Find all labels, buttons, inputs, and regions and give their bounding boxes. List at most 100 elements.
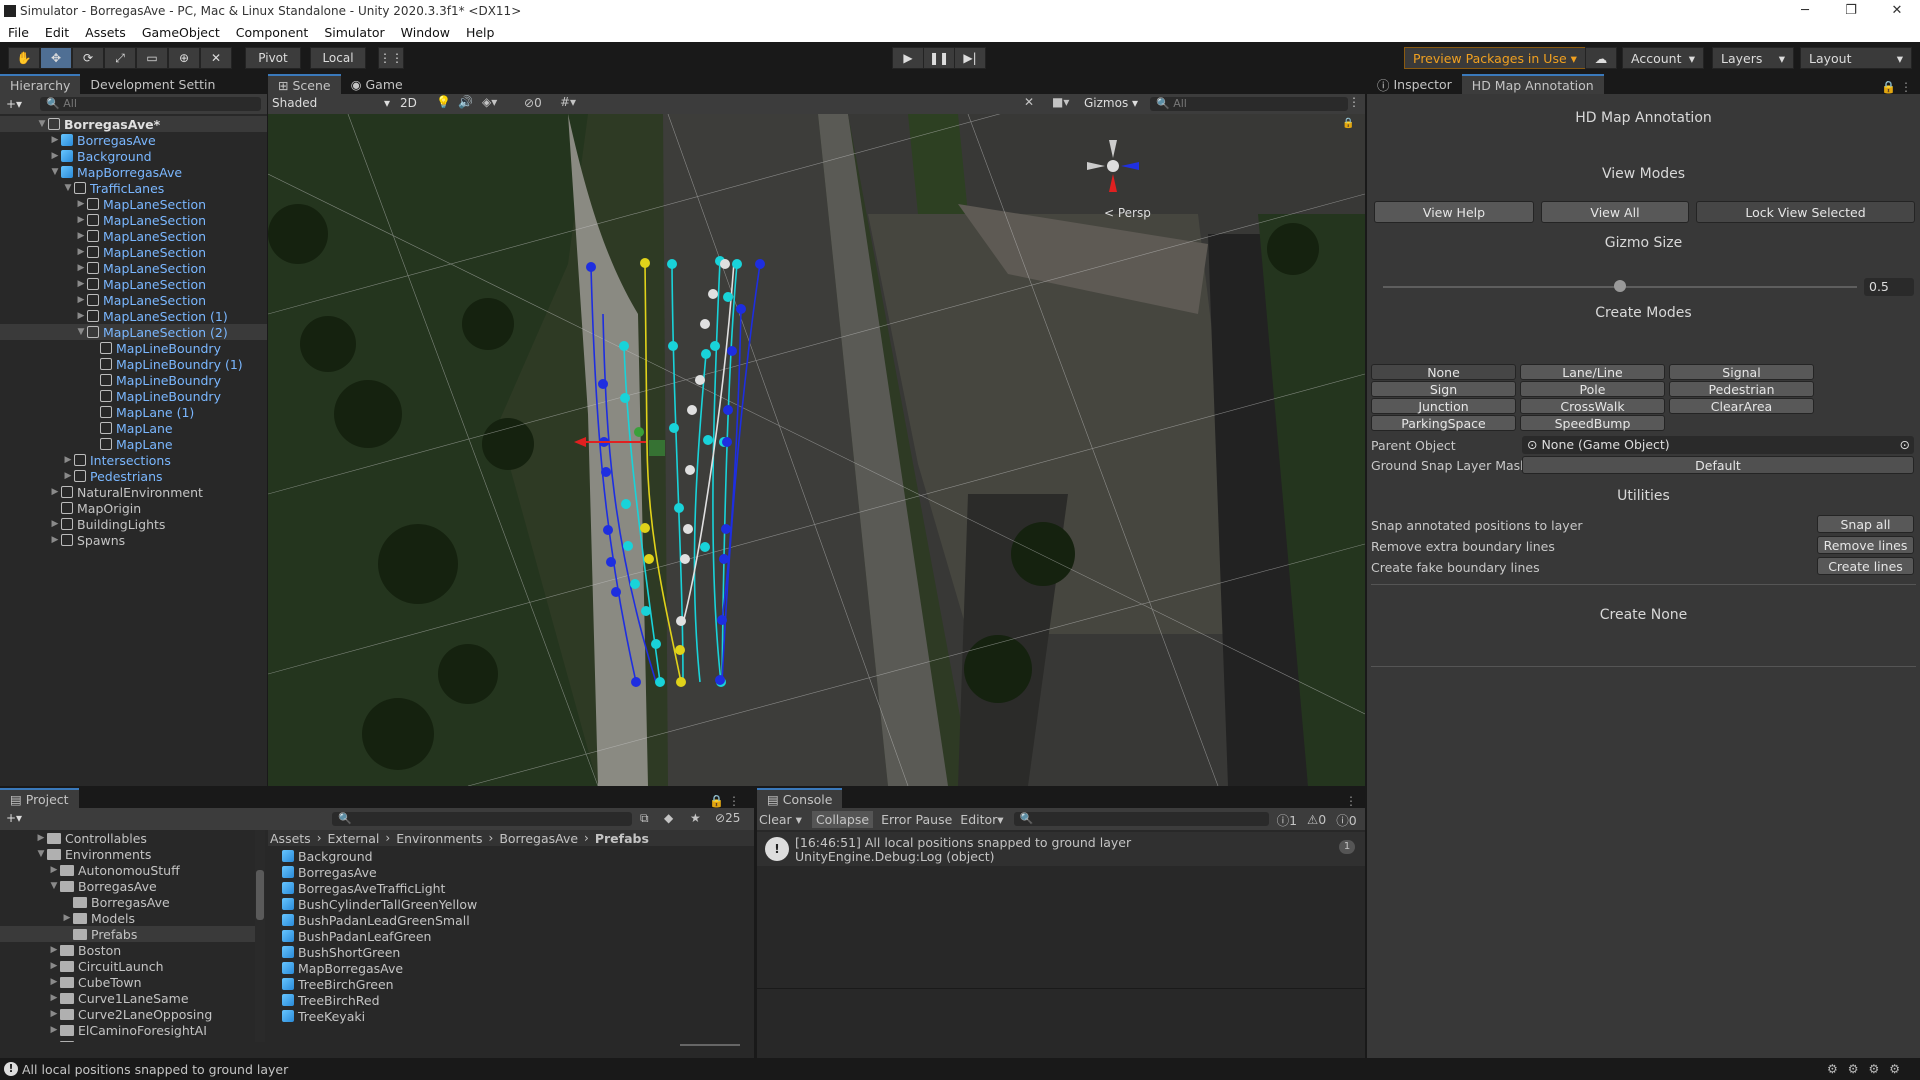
hierarchy-row[interactable]: MapLineBoundry (0, 372, 267, 388)
asset-item[interactable]: TreeBirchRed (282, 992, 752, 1008)
toggle-2d[interactable]: 2D (400, 96, 417, 110)
expand-arrow-icon[interactable]: ▼ (49, 167, 61, 177)
expand-arrow-icon[interactable]: ▶ (49, 135, 61, 145)
asset-item[interactable]: BorregasAve (282, 864, 752, 880)
asset-item[interactable]: TreeBirchGreen (282, 976, 752, 992)
hierarchy-row[interactable]: ▼ MapLaneSection (2) (0, 324, 267, 340)
warning-count-toggle[interactable]: ⚠0 (1307, 812, 1326, 827)
shading-dropdown[interactable]: Shaded ▾ (272, 96, 390, 110)
move-tool-icon[interactable]: ✥ (40, 47, 72, 69)
play-button[interactable]: ▶ (892, 47, 924, 69)
gizmo-size-field[interactable]: 0.5 (1864, 278, 1914, 296)
tab-scene[interactable]: ⊞ Scene (268, 74, 341, 94)
breadcrumb-item[interactable]: Prefabs (595, 831, 649, 846)
scale-tool-icon[interactable]: ⤢ (104, 47, 136, 69)
preview-packages-dropdown[interactable]: Preview Packages in Use ▾ (1404, 47, 1586, 69)
pause-button[interactable]: ❚❚ (923, 47, 955, 69)
hierarchy-row[interactable]: MapLane (0, 420, 267, 436)
create-mode-parkingspace-button[interactable]: ParkingSpace (1371, 415, 1516, 431)
icon-size-slider[interactable] (680, 1044, 740, 1046)
project-search-input[interactable]: 🔍 (332, 812, 632, 826)
hierarchy-row[interactable]: ▶ MapLaneSection (0, 196, 267, 212)
project-folder-row[interactable]: ▶ CubeTown (0, 974, 255, 990)
create-mode-cleararea-button[interactable]: ClearArea (1669, 398, 1814, 414)
create-mode-crosswalk-button[interactable]: CrossWalk (1520, 398, 1665, 414)
hierarchy-row[interactable]: ▶ BorregasAve (0, 132, 267, 148)
custom-tool-icon[interactable]: ✕ (200, 47, 232, 69)
error-count-toggle[interactable]: ⓘ0 (1336, 810, 1356, 829)
menu-help[interactable]: Help (458, 25, 503, 40)
expand-arrow-icon[interactable]: ▶ (61, 913, 73, 923)
status-text[interactable]: All local positions snapped to ground la… (22, 1062, 288, 1077)
menu-gameobject[interactable]: GameObject (134, 25, 228, 40)
create-mode-signal-button[interactable]: Signal (1669, 364, 1814, 380)
tab-hierarchy[interactable]: Hierarchy (0, 74, 81, 94)
menu-simulator[interactable]: Simulator (316, 25, 392, 40)
view-all-button[interactable]: View All (1541, 201, 1689, 223)
breadcrumb-item[interactable]: Assets (270, 831, 311, 846)
expand-arrow-icon[interactable]: ▼ (36, 119, 48, 129)
project-folder-row[interactable]: ▶ Curve1LaneSame (0, 990, 255, 1006)
camera-icon[interactable]: ■▾ (1052, 95, 1069, 109)
menu-edit[interactable]: Edit (37, 25, 77, 40)
project-menu-icon[interactable]: 🔒 ⋮ (709, 794, 740, 808)
asset-item[interactable]: BushCylinderTallGreenYellow (282, 896, 752, 912)
breadcrumb-item[interactable]: BorregasAve (499, 831, 578, 846)
console-log-entry[interactable]: ! [16:46:51] All local positions snapped… (757, 832, 1365, 866)
audio-icon[interactable]: 🔊 (458, 95, 473, 109)
expand-arrow-icon[interactable]: ▶ (48, 993, 60, 1003)
create-mode-junction-button[interactable]: Junction (1371, 398, 1516, 414)
hierarchy-row[interactable]: ▶ Pedestrians (0, 468, 267, 484)
create-mode-speedbump-button[interactable]: SpeedBump (1520, 415, 1665, 431)
log-count-toggle[interactable]: ⓘ1 (1277, 810, 1297, 829)
hierarchy-row[interactable]: MapLane (0, 436, 267, 452)
tab-development-settings[interactable]: Development Settin (80, 74, 225, 94)
inspector-menu-icon[interactable]: 🔒 ⋮ (1881, 80, 1912, 94)
create-lines-button[interactable]: Create lines (1817, 557, 1914, 575)
hierarchy-row[interactable]: ▶ MapLaneSection (0, 292, 267, 308)
filter-type-icon[interactable]: ⧉ (640, 811, 649, 826)
menu-window[interactable]: Window (393, 25, 458, 40)
expand-arrow-icon[interactable]: ▶ (48, 1041, 60, 1042)
tools-icon[interactable]: ✕ (1024, 95, 1034, 109)
rect-tool-icon[interactable]: ▭ (136, 47, 168, 69)
ground-snap-dropdown[interactable]: Default (1522, 456, 1914, 474)
expand-arrow-icon[interactable]: ▶ (49, 535, 61, 545)
step-button[interactable]: ▶| (954, 47, 986, 69)
gizmo-size-slider-thumb[interactable] (1614, 280, 1626, 292)
project-folder-row[interactable]: ▶ GoMentum (0, 1038, 255, 1042)
scene-lock-icon[interactable]: 🔒 (1342, 118, 1354, 129)
favorite-icon[interactable]: ★ (690, 811, 701, 825)
account-dropdown[interactable]: Account ▾ (1622, 47, 1704, 69)
expand-arrow-icon[interactable]: ▶ (48, 1009, 60, 1019)
project-folder-row[interactable]: ▶ Curve2LaneOpposing (0, 1006, 255, 1022)
hierarchy-row[interactable]: ▶ NaturalEnvironment (0, 484, 267, 500)
expand-arrow-icon[interactable]: ▼ (35, 849, 47, 859)
create-mode-pedestrian-button[interactable]: Pedestrian (1669, 381, 1814, 397)
cloud-icon[interactable]: ☁ (1585, 47, 1617, 69)
project-folder-row[interactable]: ▶ AutonomouStuff (0, 862, 255, 878)
expand-arrow-icon[interactable]: ▶ (75, 247, 87, 257)
grid-snap-icon[interactable]: ⋮⋮ (378, 47, 404, 69)
expand-arrow-icon[interactable]: ▶ (75, 231, 87, 241)
snap-all-button[interactable]: Snap all (1817, 515, 1914, 533)
hierarchy-row[interactable]: ▶ Intersections (0, 452, 267, 468)
hierarchy-row[interactable]: MapOrigin (0, 500, 267, 516)
expand-arrow-icon[interactable]: ▼ (62, 183, 74, 193)
hierarchy-row[interactable]: ▶ MapLaneSection (0, 244, 267, 260)
project-folder-row[interactable]: ▼ BorregasAve (0, 878, 255, 894)
transform-tool-icon[interactable]: ⊕ (168, 47, 200, 69)
project-folder-row[interactable]: ▶ ElCaminoForesightAI (0, 1022, 255, 1038)
grid-icon[interactable]: #▾ (560, 95, 576, 109)
maximize-button[interactable]: ❐ (1828, 0, 1874, 22)
asset-item[interactable]: Background (282, 848, 752, 864)
hierarchy-row[interactable]: ▶ Background (0, 148, 267, 164)
project-folder-row[interactable]: ▶ CircuitLaunch (0, 958, 255, 974)
expand-arrow-icon[interactable]: ▶ (48, 865, 60, 875)
create-mode-lane-line-button[interactable]: Lane/Line (1520, 364, 1665, 380)
expand-arrow-icon[interactable]: ▶ (62, 471, 74, 481)
expand-arrow-icon[interactable]: ▶ (75, 295, 87, 305)
console-menu-icon[interactable]: ⋮ (1345, 794, 1357, 808)
expand-arrow-icon[interactable]: ▶ (62, 455, 74, 465)
expand-arrow-icon[interactable]: ▶ (48, 945, 60, 955)
